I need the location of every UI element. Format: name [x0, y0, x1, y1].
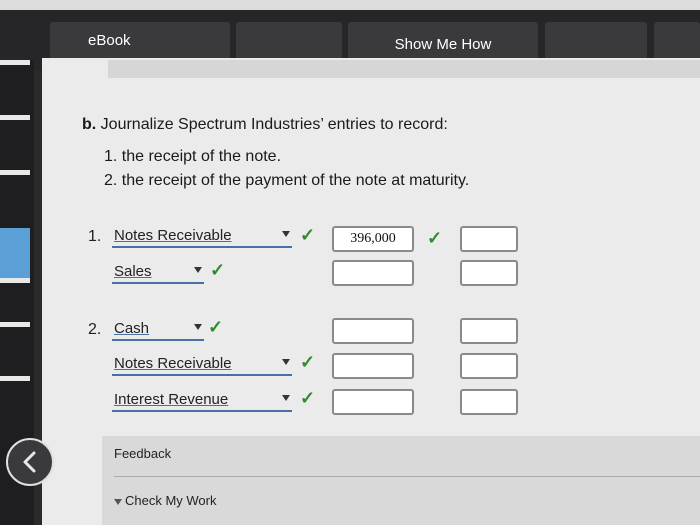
strip-marker	[0, 60, 30, 65]
checkmark-icon: ✓	[300, 388, 316, 408]
question-part: b.	[82, 116, 97, 133]
checkmark-icon: ✓	[427, 228, 443, 248]
chevron-down-icon	[282, 395, 290, 401]
divider	[114, 476, 700, 477]
select-value: Interest Revenue	[114, 390, 229, 408]
debit-amount-field[interactable]	[332, 260, 414, 286]
question-panel: b. Journalize Spectrum Industries’ entri…	[42, 58, 700, 525]
question-title: b. Journalize Spectrum Industries’ entri…	[82, 116, 448, 134]
question-item-1: 1. the receipt of the note.	[104, 148, 282, 165]
select-value: Notes Receivable	[114, 354, 232, 372]
credit-amount-field[interactable]	[460, 318, 518, 344]
chevron-down-icon	[194, 267, 202, 273]
strip-active-marker	[0, 228, 30, 280]
feedback-label: Feedback	[114, 446, 172, 461]
strip-marker	[0, 376, 30, 381]
credit-amount-field[interactable]	[460, 389, 518, 415]
credit-amount-field[interactable]	[460, 260, 518, 286]
credit-amount-field[interactable]	[460, 226, 518, 252]
entry-2-number: 2.	[88, 321, 102, 338]
chevron-down-icon	[282, 359, 290, 365]
select-value: Sales	[114, 262, 152, 280]
chevron-down-icon	[282, 231, 290, 237]
entry-1-number: 1.	[88, 228, 102, 245]
debit-amount-field[interactable]	[332, 318, 414, 344]
checkmark-icon: ✓	[210, 260, 226, 280]
checkmark-icon: ✓	[300, 225, 316, 245]
strip-marker	[0, 278, 30, 283]
account-select-cash[interactable]: Cash	[112, 317, 204, 341]
back-button[interactable]	[6, 438, 54, 486]
triangle-down-icon	[114, 498, 122, 505]
check-my-work-label: Check My Work	[125, 493, 217, 508]
account-select-sales[interactable]: Sales	[112, 260, 204, 284]
question-item-2: 2. the receipt of the payment of the not…	[104, 172, 470, 189]
account-select-notes-receivable[interactable]: Notes Receivable	[112, 352, 292, 376]
select-value: Cash	[114, 319, 150, 337]
strip-marker	[0, 115, 30, 120]
question-text: Journalize Spectrum Industries’ entries …	[100, 116, 448, 133]
select-value: Notes Receivable	[114, 226, 232, 244]
check-my-work-toggle[interactable]: Check My Work	[114, 493, 217, 508]
debit-amount-field[interactable]	[332, 353, 414, 379]
checkmark-icon: ✓	[208, 317, 224, 337]
toolbar-top-strip	[0, 0, 700, 10]
account-select-interest-revenue[interactable]: Interest Revenue	[112, 388, 292, 412]
debit-amount-field[interactable]: 396,000	[332, 226, 414, 252]
chevron-left-icon	[23, 451, 36, 473]
account-select-notes-receivable[interactable]: Notes Receivable	[112, 224, 292, 248]
chevron-down-icon	[194, 324, 202, 330]
feedback-section: Feedback Check My Work	[102, 436, 700, 525]
strip-marker	[0, 170, 30, 175]
checkmark-icon: ✓	[300, 352, 316, 372]
strip-marker	[0, 322, 30, 327]
panel-header-bar	[108, 60, 700, 78]
credit-amount-field[interactable]	[460, 353, 518, 379]
debit-amount-field[interactable]	[332, 389, 414, 415]
